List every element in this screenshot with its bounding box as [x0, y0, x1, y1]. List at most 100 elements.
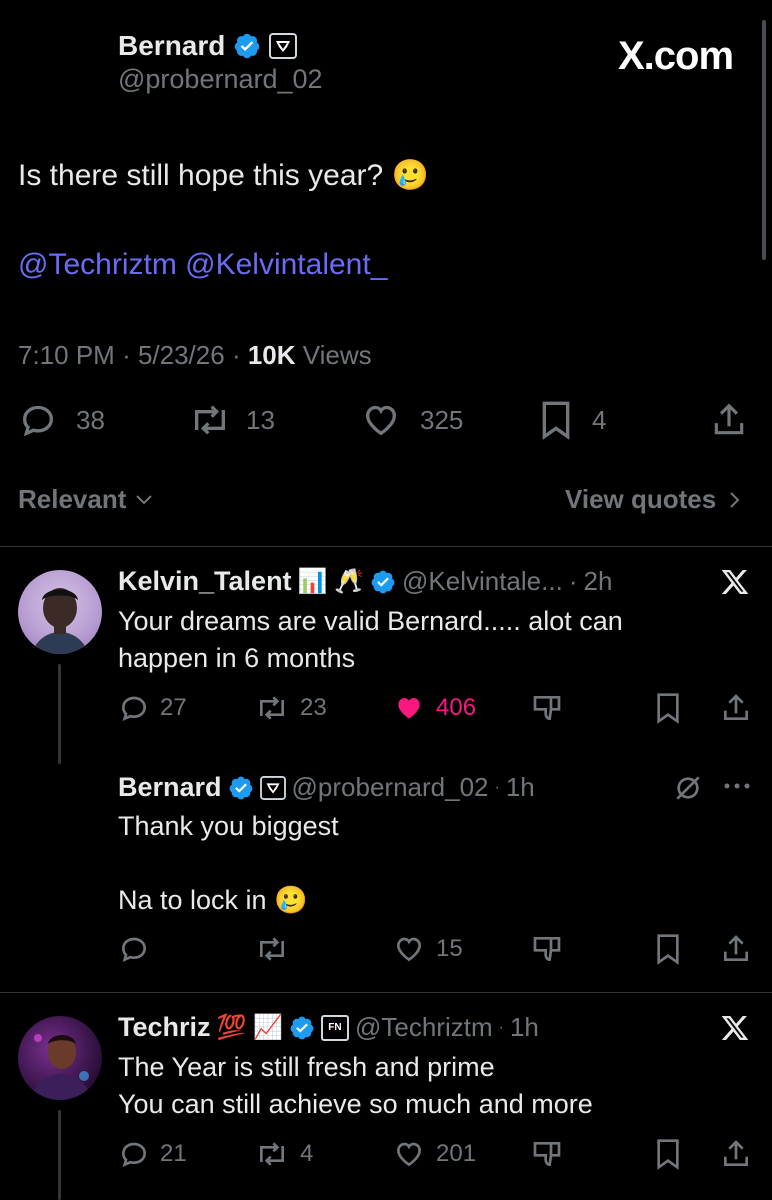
reply-icon [121, 1142, 147, 1168]
author-handle[interactable]: @probernard_02 [292, 772, 489, 803]
downvote-button[interactable] [530, 692, 564, 724]
verified-icon [229, 776, 252, 799]
reply-button[interactable]: 38 [18, 400, 105, 440]
reply-time[interactable]: 2h [583, 566, 612, 597]
share-icon [724, 1140, 748, 1166]
share-icon [724, 935, 748, 961]
bookmark-icon [542, 401, 570, 440]
bookmark-icon [657, 934, 679, 965]
sort-label: Relevant [18, 484, 127, 514]
reply-button[interactable]: 21 [118, 1138, 187, 1170]
author-name[interactable]: Bernard [118, 772, 222, 803]
like-button[interactable]: 201 [392, 1138, 476, 1170]
repost-icon [260, 696, 284, 720]
reply-text-line: Your dreams are valid Bernard..... alot … [118, 606, 623, 636]
like-count: 15 [436, 935, 463, 962]
repost-icon [195, 405, 225, 435]
share-icon [714, 403, 744, 435]
post-date[interactable]: 5/23/26 [138, 340, 225, 370]
reply-count: 27 [160, 694, 187, 721]
reply-time[interactable]: 1h [506, 772, 535, 803]
like-count: 406 [436, 694, 477, 721]
post-mentions[interactable]: @Techriztm @Kelvintalent_ [18, 248, 387, 282]
reply-button[interactable]: 27 [118, 692, 187, 724]
downvote-icon [533, 937, 561, 962]
verified-icon [290, 1016, 314, 1039]
downvote-icon [533, 696, 561, 721]
x-logo-icon[interactable] [718, 1012, 752, 1044]
post-time[interactable]: 7:10 PM [18, 340, 115, 370]
repost-count: 23 [300, 694, 327, 721]
repost-button[interactable] [254, 933, 300, 965]
verified-icon [371, 570, 395, 593]
avatar[interactable] [18, 570, 102, 654]
view-quotes-label: View quotes [565, 484, 717, 514]
view-quotes-link[interactable]: View quotes [565, 484, 742, 515]
reply-header: Bernard @probernard_02 · 1h [118, 772, 535, 803]
reply-text-line: You can still achieve so much and more [118, 1089, 593, 1119]
author-handle[interactable]: @probernard_02 [118, 64, 323, 95]
downvote-icon [533, 1142, 561, 1167]
heart-icon [365, 405, 397, 436]
share-button[interactable] [720, 933, 752, 965]
reply-text-line: Na to lock in 🥲 [118, 885, 308, 915]
more-options-icon[interactable] [722, 780, 752, 792]
reply-time[interactable]: 1h [510, 1012, 539, 1043]
bookmark-button[interactable] [654, 1138, 682, 1170]
share-button[interactable] [720, 1138, 752, 1170]
avatar[interactable] [18, 1016, 102, 1100]
like-button[interactable]: 325 [360, 400, 463, 440]
affiliate-badge-icon [259, 775, 286, 800]
repost-icon [260, 1142, 284, 1166]
repost-icon [260, 937, 284, 961]
author-name[interactable]: Techriz [118, 1012, 211, 1043]
sort-dropdown[interactable]: Relevant [18, 484, 154, 515]
author-handle[interactable]: @Techriztm [355, 1012, 493, 1043]
divider [0, 546, 772, 547]
repost-button[interactable]: 4 [254, 1138, 313, 1170]
like-button[interactable]: 406 [392, 692, 476, 724]
affiliate-badge-icon [269, 33, 298, 59]
author-handle[interactable]: @Kelvintale... [402, 566, 563, 597]
reply-icon [121, 696, 147, 722]
reply-text: The Year is still fresh and prime You ca… [118, 1049, 593, 1123]
bookmark-button[interactable]: 4 [538, 400, 606, 440]
like-button[interactable]: 15 [392, 933, 463, 965]
watermark: X.com [618, 34, 734, 78]
reply-icon [22, 405, 54, 437]
heart-icon [396, 1142, 422, 1167]
repost-count: 13 [246, 404, 275, 435]
downvote-button[interactable] [530, 933, 564, 965]
share-button[interactable] [710, 400, 748, 440]
repost-button[interactable]: 13 [188, 400, 275, 440]
reply-count: 21 [160, 1140, 187, 1167]
hide-reply-icon[interactable] [672, 772, 704, 804]
author-name[interactable]: Kelvin_Talent [118, 566, 292, 597]
repost-button[interactable]: 23 [254, 692, 327, 724]
verified-icon [233, 32, 261, 60]
thread-line [58, 664, 61, 764]
heart-filled-icon [398, 698, 420, 719]
reply-icon [121, 937, 147, 963]
main-post-header: Bernard @probernard_02 [118, 30, 323, 95]
reply-header: Kelvin_Talent 📊 🥂 @Kelvintale... · 2h [118, 566, 613, 597]
bookmark-button[interactable] [654, 692, 682, 724]
x-logo-icon[interactable] [718, 566, 752, 598]
author-name[interactable]: Bernard [118, 30, 225, 62]
reply-text-line: The Year is still fresh and prime [118, 1052, 495, 1082]
views-label: Views [302, 340, 372, 370]
scrollbar[interactable] [762, 20, 766, 260]
heart-icon [396, 937, 422, 962]
downvote-button[interactable] [530, 1138, 564, 1170]
reply-text: Your dreams are valid Bernard..... alot … [118, 603, 623, 677]
bookmark-button[interactable] [654, 933, 682, 965]
views-count: 10K [247, 340, 296, 370]
reply-text: Thank you biggest Na to lock in 🥲 [118, 808, 339, 919]
reply-button[interactable] [118, 933, 160, 965]
post-text: Is there still hope this year? 🥲 [18, 159, 429, 192]
share-button[interactable] [720, 692, 752, 724]
bookmark-count: 4 [592, 404, 607, 435]
divider [0, 992, 772, 993]
post-meta: 7:10 PM · 5/23/26 · 10K Views [18, 340, 372, 370]
bookmark-icon [657, 1139, 679, 1170]
